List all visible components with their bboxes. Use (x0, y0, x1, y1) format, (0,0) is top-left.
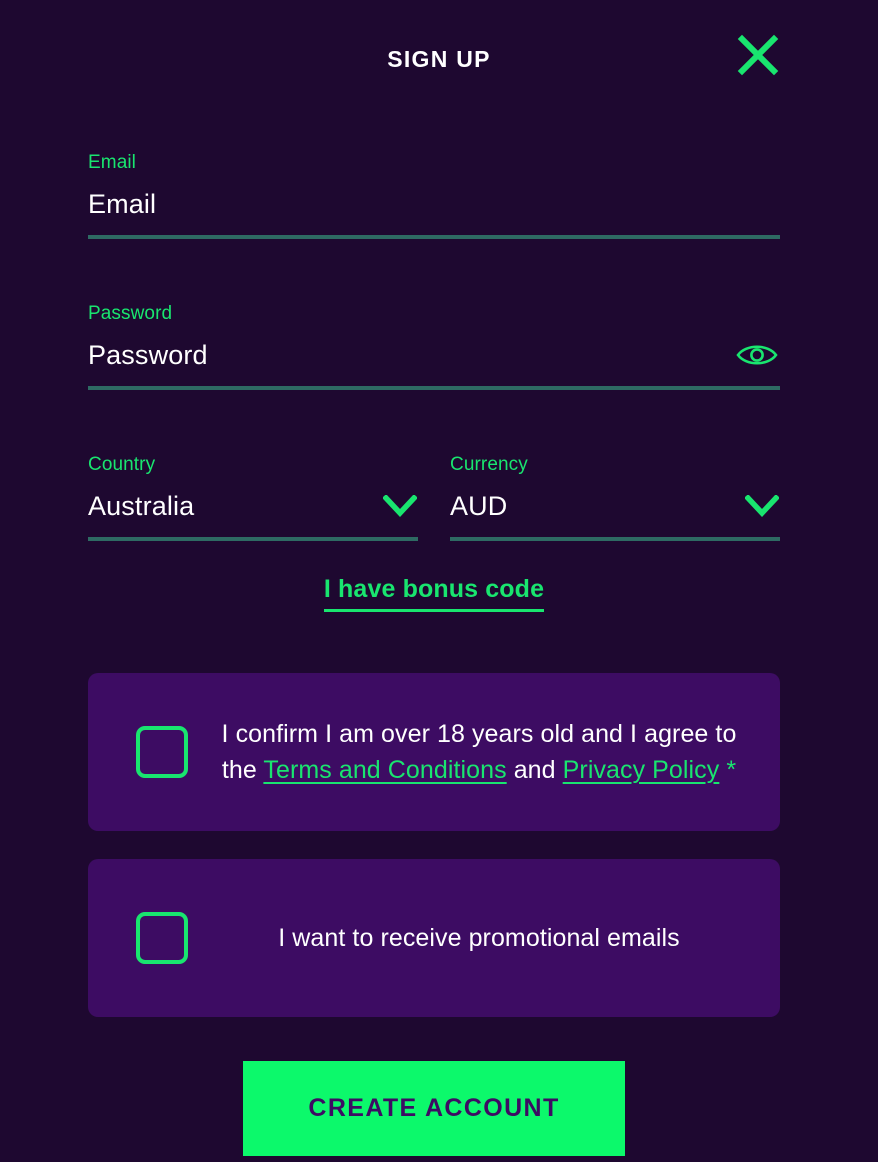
password-input[interactable] (88, 339, 734, 371)
modal-header: SIGN UP (0, 0, 878, 110)
country-currency-row: Country Australia Currency AUD (88, 452, 780, 541)
signup-modal: SIGN UP Email Password (0, 0, 878, 1162)
close-icon[interactable] (734, 31, 782, 79)
password-label: Password (88, 303, 173, 324)
bonus-code-row: I have bonus code (88, 575, 780, 612)
country-underline (88, 537, 418, 541)
country-label: Country (88, 454, 156, 475)
age-terms-text: I confirm I am over 18 years old and I a… (188, 716, 758, 788)
email-underline (88, 235, 780, 239)
age-terms-consent-panel[interactable]: I confirm I am over 18 years old and I a… (88, 673, 780, 831)
email-label: Email (88, 152, 136, 173)
required-marker: * (719, 756, 737, 784)
signup-form: Email Password Count (88, 150, 780, 1156)
password-field-group: Password (88, 301, 780, 390)
currency-label: Currency (450, 454, 528, 475)
promotional-text: I want to receive promotional emails (278, 924, 680, 952)
country-select[interactable]: Australia (88, 484, 418, 528)
promotional-consent-panel[interactable]: I want to receive promotional emails (88, 859, 780, 1017)
email-field-group: Email (88, 150, 780, 239)
currency-underline (450, 537, 780, 541)
age-terms-text-part-2: and (506, 756, 563, 784)
chevron-down-icon[interactable] (382, 488, 418, 524)
password-underline (88, 386, 780, 390)
terms-and-conditions-link[interactable]: Terms and Conditions (263, 756, 506, 784)
create-account-button[interactable]: CREATE ACCOUNT (243, 1061, 625, 1156)
chevron-down-icon[interactable] (744, 488, 780, 524)
currency-field-group: Currency AUD (450, 452, 780, 541)
promotional-checkbox[interactable] (136, 912, 188, 964)
currency-select[interactable]: AUD (450, 484, 780, 528)
email-input[interactable] (88, 188, 780, 220)
submit-row: CREATE ACCOUNT (88, 1061, 780, 1156)
bonus-code-link[interactable]: I have bonus code (323, 575, 545, 612)
country-value: Australia (88, 490, 195, 521)
country-field-group: Country Australia (88, 452, 418, 541)
email-input-row (88, 182, 780, 226)
age-terms-checkbox[interactable] (136, 726, 188, 778)
eye-icon[interactable] (734, 338, 780, 372)
currency-value: AUD (450, 490, 508, 521)
password-input-row (88, 333, 780, 377)
privacy-policy-link[interactable]: Privacy Policy (563, 756, 720, 784)
